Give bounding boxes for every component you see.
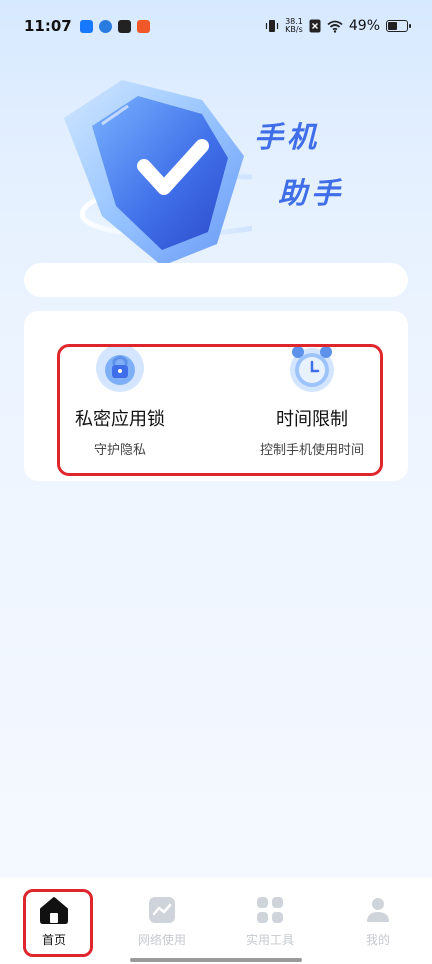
no-sim-icon [309,19,321,33]
shield-check-icon [64,80,252,266]
status-time: 11:07 [24,17,72,35]
feature-time-limit[interactable]: 时间限制 控制手机使用时间 [216,311,408,481]
nav-home[interactable]: 首页 [0,878,108,964]
feature-app-lock-title: 私密应用锁 [75,409,165,430]
nav-tools-label: 实用工具 [245,933,294,947]
battery-percent: 49% [348,18,380,34]
nav-network-usage-label: 网络使用 [137,933,186,947]
status-bar: 11:07 38.1 KB/s 49% [0,0,432,52]
home-indicator[interactable] [130,958,302,962]
status-right: 38.1 KB/s 49% [265,18,411,34]
nav-network-usage[interactable]: 网络使用 [108,878,216,964]
nav-profile-label: 我的 [365,933,390,947]
hero-banner: 手机 助手 [0,52,432,272]
hero-title-line2: 助手 [278,176,345,210]
wifi-icon [327,20,343,33]
alipay-notification-icon [79,19,93,33]
nav-profile[interactable]: 我的 [324,878,432,964]
network-speed: 38.1 KB/s [285,18,303,34]
feature-time-limit-title: 时间限制 [276,409,348,430]
home-icon [40,897,68,924]
video-notification-icon [117,19,131,33]
alarm-clock-icon [290,346,334,392]
search-bar[interactable] [24,263,408,297]
hero-title-line1: 手机 [254,120,321,154]
app-notification-icon [98,19,112,33]
net-speed-unit: KB/s [285,25,303,34]
grid-icon [257,897,283,923]
feature-app-lock-subtitle: 守护隐私 [93,443,146,458]
store-notification-icon [136,19,150,33]
chart-icon [149,897,175,923]
nav-home-label: 首页 [41,933,66,947]
feature-app-lock[interactable]: 私密应用锁 守护隐私 [24,311,216,481]
feature-card: 私密应用锁 守护隐私 时间限制 控制手机使用时间 [24,311,408,481]
profile-icon [367,898,389,922]
status-left: 11:07 [24,17,150,35]
feature-time-limit-subtitle: 控制手机使用时间 [259,443,364,458]
nav-tools[interactable]: 实用工具 [216,878,324,964]
vibrate-icon [265,20,279,32]
battery-fill [388,22,397,30]
lock-icon [96,344,144,392]
bottom-nav: 首页 网络使用 实用工具 我的 [0,878,432,964]
battery-icon [386,20,411,32]
